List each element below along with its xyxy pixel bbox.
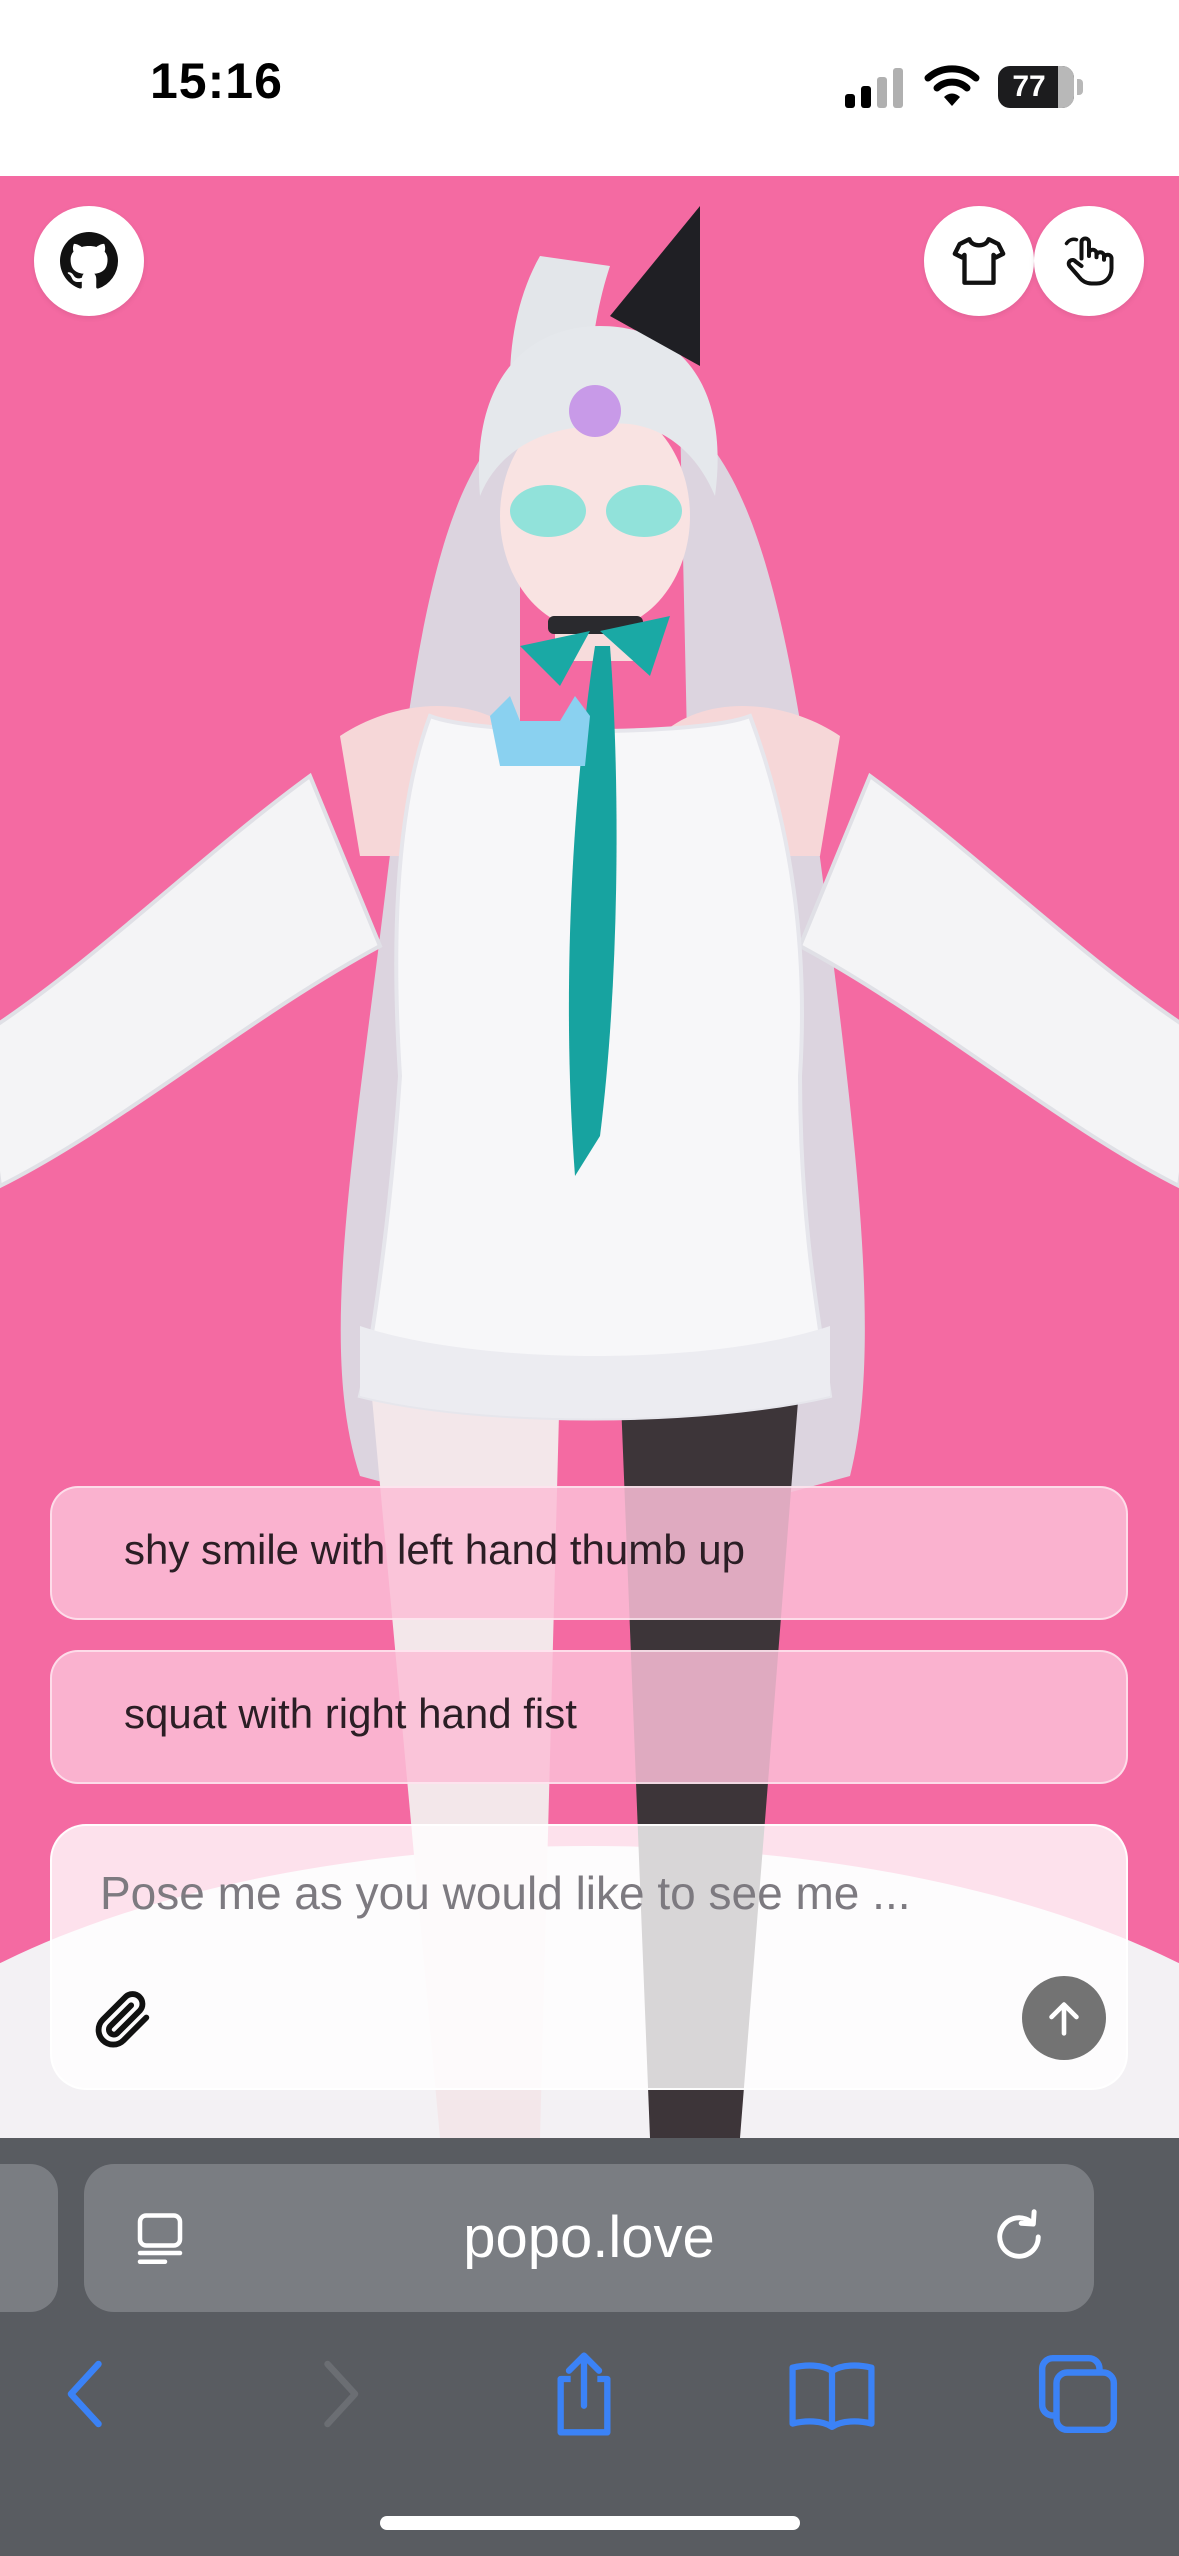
url-text: popo.love	[463, 2205, 715, 2270]
suggestion-chip[interactable]: shy smile with left hand thumb up	[50, 1486, 1128, 1620]
reload-icon[interactable]	[986, 2204, 1052, 2270]
outfit-button[interactable]	[924, 206, 1034, 316]
pose-composer	[50, 1824, 1128, 2090]
send-button[interactable]	[1022, 1976, 1106, 2060]
wifi-icon	[924, 65, 980, 106]
browser-toolbar: popo.love	[0, 2138, 1179, 2556]
forward-button[interactable]	[292, 2346, 388, 2442]
share-icon	[557, 2352, 611, 2436]
battery-percentage: 77	[1012, 70, 1046, 103]
home-indicator	[380, 2516, 800, 2530]
pose-prompt-input[interactable]	[98, 1852, 1062, 1934]
suggestion-chip[interactable]: squat with right hand fist	[50, 1650, 1128, 1784]
back-button[interactable]	[38, 2346, 134, 2442]
share-button[interactable]	[536, 2346, 632, 2442]
suggestion-label: shy smile with left hand thumb up	[124, 1526, 745, 1573]
bookmarks-icon	[789, 2362, 875, 2430]
arrow-up-icon	[1049, 2002, 1079, 2036]
bookmarks-button[interactable]	[784, 2346, 880, 2442]
pose-button[interactable]	[1034, 206, 1144, 316]
back-icon	[67, 2360, 102, 2428]
paperclip-icon[interactable]	[88, 1984, 158, 2054]
status-time: 15:16	[150, 53, 283, 109]
tabs-icon	[1038, 2354, 1118, 2434]
address-bar[interactable]: popo.love	[84, 2164, 1094, 2312]
status-bar: 15:16 77	[0, 0, 1179, 176]
suggestion-label: squat with right hand fist	[124, 1690, 577, 1737]
tshirt-icon	[952, 237, 1006, 285]
battery-indicator: 77	[998, 66, 1084, 108]
tabs-button[interactable]	[1030, 2346, 1126, 2442]
forward-icon	[324, 2360, 359, 2428]
cellular-signal-icon	[845, 68, 903, 108]
github-icon	[60, 232, 118, 289]
hand-pointer-icon	[1064, 236, 1114, 286]
github-button[interactable]	[34, 206, 144, 316]
avatar-viewport[interactable]: shy smile with left hand thumb up squat …	[0, 176, 1179, 2138]
previous-tab-preview[interactable]	[0, 2164, 58, 2312]
